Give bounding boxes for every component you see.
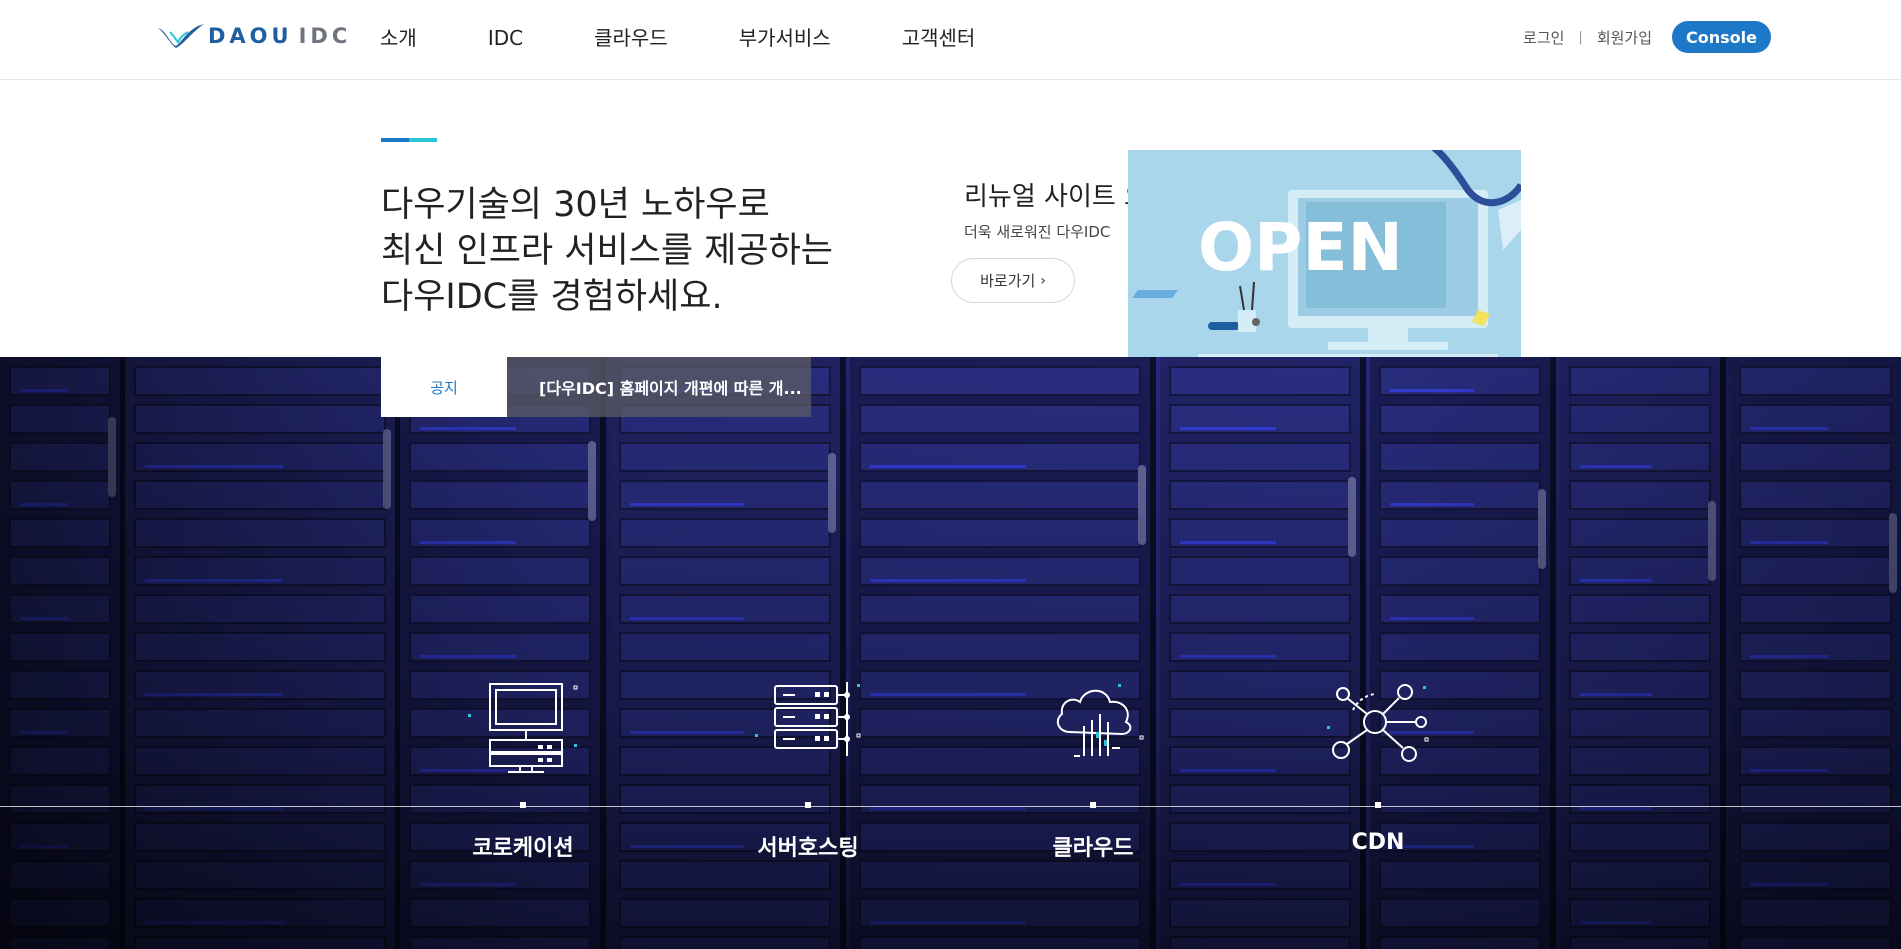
promo-subtitle: 더욱 새로워진 다우IDC (964, 223, 1111, 241)
page-headline: 다우기술의 30년 노하우로 최신 인프라 서비스를 제공하는 다우IDC를 경… (381, 182, 833, 320)
nav-item-intro[interactable]: 소개 (380, 22, 417, 54)
timeline-dot (520, 802, 526, 808)
timeline-dot (805, 802, 811, 808)
nav-item-cloud[interactable]: 클라우드 (594, 22, 668, 54)
nav-item-support[interactable]: 고객센터 (902, 22, 976, 54)
notice-label: 공지 (381, 357, 507, 417)
server-rack-icon (755, 682, 861, 756)
headline-line: 최신 인프라 서비스를 제공하는 (381, 231, 833, 271)
network-nodes-icon (1327, 684, 1429, 762)
logo-swoosh-icon (158, 24, 204, 48)
computer-icon (468, 683, 578, 773)
util-separator: | (1578, 29, 1583, 45)
logo-text: DAOU IDC (208, 24, 352, 48)
service-label: 코로케이션 (472, 836, 574, 861)
goto-button[interactable]: 바로가기 › (951, 258, 1075, 303)
headline-line: 다우기술의 30년 노하우로 (381, 185, 770, 225)
headline-line: 다우IDC를 경험하세요. (381, 277, 723, 317)
server-racks-image (0, 357, 1901, 949)
service-label: 클라우드 (1052, 836, 1134, 861)
banner-open-text: OPEN (1198, 209, 1403, 286)
service-label: 서버호스팅 (757, 836, 859, 861)
signup-link[interactable]: 회원가입 (1597, 27, 1652, 48)
intro-section (0, 80, 1901, 357)
login-link[interactable]: 로그인 (1523, 27, 1564, 48)
banner-illustration: OPEN (1132, 150, 1521, 357)
main-nav: 소개 IDC 클라우드 부가서비스 고객센터 (380, 22, 1046, 54)
chevron-right-icon: › (1040, 272, 1046, 289)
header: DAOU IDC 소개 IDC 클라우드 부가서비스 고객센터 로그인 | 회원가… (0, 0, 1901, 80)
hero-background (0, 357, 1901, 949)
accent-bar (381, 138, 437, 142)
nav-item-idc[interactable]: IDC (488, 22, 523, 54)
utility-links: 로그인 | 회원가입 Console (1523, 21, 1771, 53)
open-banner[interactable]: OPEN (1128, 150, 1521, 357)
service-colocation[interactable]: 코로케이션 (438, 672, 608, 862)
cloud-icon (1056, 684, 1144, 757)
console-button[interactable]: Console (1672, 21, 1771, 53)
service-cloud[interactable]: 클라우드 (1008, 672, 1178, 862)
goto-button-label: 바로가기 (980, 272, 1036, 290)
service-server-hosting[interactable]: 서버호스팅 (723, 672, 893, 862)
timeline-dot (1090, 802, 1096, 808)
nav-item-addon-services[interactable]: 부가서비스 (739, 22, 831, 54)
service-cdn[interactable]: CDN (1293, 672, 1463, 862)
timeline-dot (1375, 802, 1381, 808)
notice-headline-link[interactable]: [다우IDC] 홈페이지 개편에 따른 개... (507, 357, 811, 417)
service-label: CDN (1351, 830, 1405, 855)
logo[interactable]: DAOU IDC (156, 20, 351, 52)
services-timeline (0, 806, 1901, 807)
